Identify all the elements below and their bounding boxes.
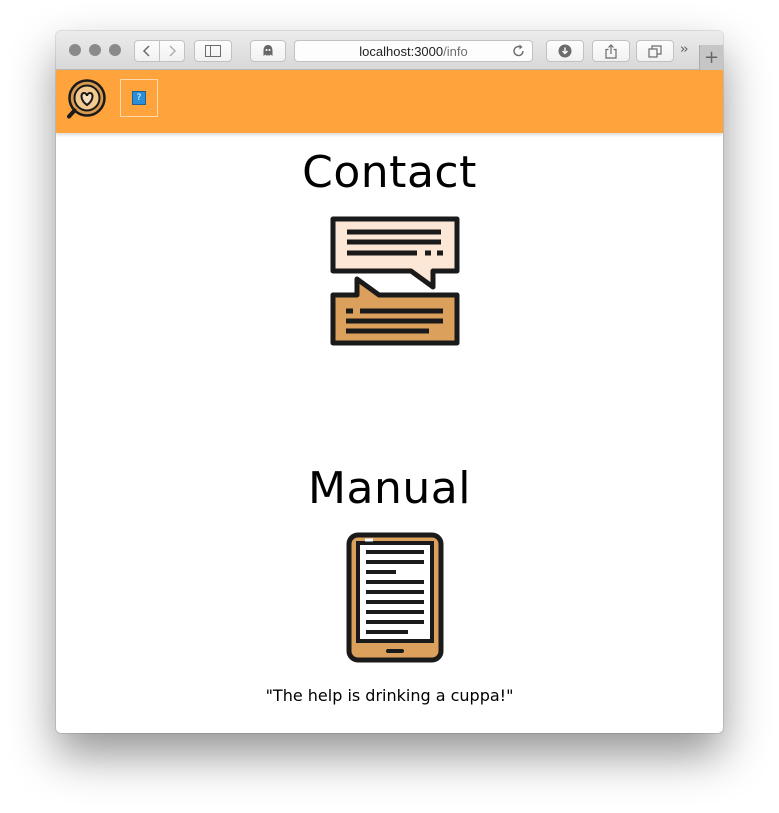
- browser-toolbar: localhost:3000/info ›› +: [56, 31, 723, 70]
- manual-heading: Manual: [308, 463, 471, 514]
- sidebar-button[interactable]: [194, 40, 232, 62]
- minimize-window-button[interactable]: [89, 44, 101, 56]
- browser-window: localhost:3000/info ›› + ? Contact Manua…: [56, 31, 723, 733]
- back-arrow-icon: [142, 45, 150, 57]
- ebook-reader-icon[interactable]: [346, 532, 444, 663]
- forward-arrow-icon: [169, 45, 177, 57]
- zoom-window-button[interactable]: [109, 44, 121, 56]
- address-bar[interactable]: localhost:3000/info: [294, 40, 533, 62]
- address-host: localhost:3000: [359, 43, 444, 59]
- tabs-icon: [648, 44, 662, 58]
- ghost-icon: [263, 45, 273, 56]
- sidebar-icon: [205, 45, 221, 57]
- download-icon: [558, 44, 572, 58]
- ghostery-button[interactable]: [250, 40, 286, 62]
- downloads-button[interactable]: [546, 40, 584, 62]
- share-button[interactable]: [592, 40, 630, 62]
- forward-button[interactable]: [159, 40, 185, 62]
- info-page: Contact Manual "The help is drinking a c…: [56, 133, 723, 733]
- more-toolbar-items-icon[interactable]: ››: [680, 42, 689, 57]
- tagline: "The help is drinking a cuppa!": [265, 686, 514, 705]
- app-header: ?: [56, 70, 723, 133]
- new-tab-icon[interactable]: +: [699, 45, 723, 70]
- reload-icon[interactable]: [512, 43, 526, 59]
- contact-heading: Contact: [302, 147, 477, 198]
- close-window-button[interactable]: [69, 44, 81, 56]
- chat-bubbles-icon[interactable]: [329, 215, 461, 347]
- tab-overview-button[interactable]: [636, 40, 674, 62]
- coffee-cup-logo-icon[interactable]: [66, 78, 106, 122]
- help-button[interactable]: ?: [120, 79, 158, 117]
- help-icon: ?: [132, 91, 146, 105]
- address-path: /info: [443, 43, 468, 59]
- back-button[interactable]: [134, 40, 160, 62]
- share-icon: [605, 43, 617, 59]
